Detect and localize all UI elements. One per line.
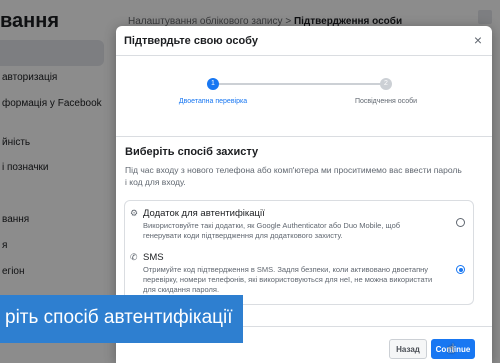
caption-banner: ріть спосіб автентифікації <box>0 295 243 343</box>
step-1-indicator: 1 <box>207 78 219 90</box>
step-1-label: Двоетапна перевірка <box>178 98 248 105</box>
caption-text: ріть спосіб автентифікації <box>5 307 233 328</box>
step-2-label: Посвідчення особи <box>354 98 418 105</box>
dialog-title: Підтвердьте свою особу <box>124 35 258 47</box>
dialog-header: Підтвердьте свою особу × <box>116 26 492 56</box>
back-button[interactable]: Назад <box>389 339 427 359</box>
section-description: Під час входу з нового телефона або комп… <box>125 165 462 187</box>
close-icon[interactable]: × <box>474 32 482 48</box>
gear-icon: ⚙ <box>130 208 139 218</box>
divider <box>116 136 492 137</box>
hand-cursor-icon: ☝ <box>447 341 455 356</box>
progress-stepper: 1 2 Двоетапна перевірка Посвідчення особ… <box>116 56 492 136</box>
phone-message-icon: ✆ <box>130 252 138 262</box>
section-title: Виберіть спосіб захисту <box>125 146 259 158</box>
sms-radio[interactable] <box>456 265 465 274</box>
option-description: Використовуйте такі додатки, як Google A… <box>143 221 401 240</box>
step-2-indicator: 2 <box>380 78 392 90</box>
option-description: Отримуйте код підтвердження в SMS. Задля… <box>143 265 433 294</box>
stepper-track <box>213 83 385 85</box>
option-title: SMS <box>143 252 164 263</box>
option-title: Додаток для автентифікації <box>143 208 265 219</box>
option-authenticator-app[interactable]: ⚙ Додаток для автентифікації Використову… <box>124 200 474 246</box>
authenticator-radio[interactable] <box>456 218 465 227</box>
